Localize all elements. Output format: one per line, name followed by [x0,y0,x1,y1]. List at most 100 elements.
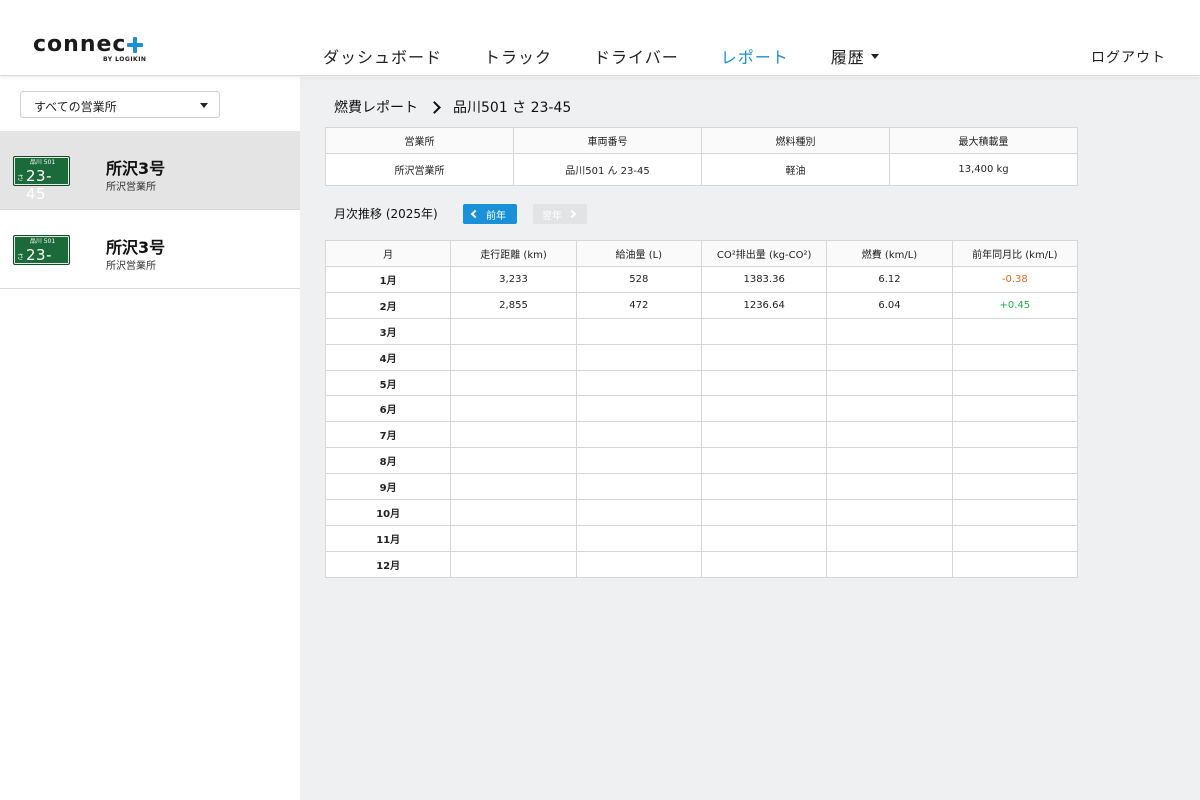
breadcrumb-parent[interactable]: 燃費レポート [334,97,418,117]
table-header-row: 営業所 車両番号 燃料種別 最大積載量 [325,127,1078,154]
logo-wordmark: connec [33,34,163,56]
table-cell [700,395,828,423]
vehicle-list-item[interactable]: 品川 501 さ 23-45 所沢3号 所沢営業所 [0,210,300,289]
nav-dashboard[interactable]: ダッシュボード [323,44,442,68]
app-header: connec BY LOGIKIN ダッシュボード トラック ドライバー レポー… [0,0,1200,76]
table-cell [700,473,828,501]
month-cell: 6月 [324,395,452,423]
connect-logo[interactable]: connec BY LOGIKIN [33,34,163,66]
office-select-value: すべての営業所 [34,100,117,114]
table-row: 所沢営業所 品川501 ん 23-45 軽油 13,400 kg [325,153,1078,186]
table-cell [951,550,1079,578]
table-cell [826,317,953,345]
nav-label: 履歴 [830,48,865,67]
table-cell [450,395,577,423]
month-cell: 12月 [324,550,452,578]
month-cell: 2月 [324,291,452,319]
table-cell [826,421,953,449]
logo-subtitle: BY LOGIKIN [103,56,147,63]
chevron-left-icon [470,209,480,219]
table-row: 6月 [324,395,1079,423]
table-cell: 1236.64 [700,291,828,319]
table-cell [575,524,702,552]
breadcrumb: 燃費レポート 品川501 さ 23-45 [334,97,571,117]
vehicle-office: 所沢営業所 [106,261,156,272]
caret-down-icon [870,53,879,59]
table-header-cell: 最大積載量 [889,127,1078,154]
table-cell [951,473,1079,501]
table-cell [575,550,702,578]
vehicle-sidebar: すべての営業所 品川 501 さ 23-45 所沢3号 所沢営業所 品川 501… [0,77,300,800]
table-cell [826,395,953,423]
vehicle-office: 所沢営業所 [106,182,156,193]
table-cell [450,473,577,501]
table-cell: 品川501 ん 23-45 [513,153,702,186]
main-nav: ダッシュボード トラック ドライバー レポート 履歴 [323,44,921,68]
table-cell [826,550,953,578]
plate-hiragana: さ [17,174,24,182]
table-cell: 1383.36 [700,266,828,293]
vehicle-list-item[interactable]: 品川 501 さ 23-45 所沢3号 所沢営業所 [0,131,300,210]
table-row: 12月 [324,550,1079,578]
license-plate: 品川 501 さ 23-45 [13,156,70,203]
table-cell [951,317,1079,345]
table-header-cell: CO²排出量 (kg-CO²) [700,240,828,267]
table-cell [450,421,577,449]
logout-link[interactable]: ログアウト [1091,47,1166,67]
table-row: 3月 [324,317,1079,345]
table-cell [951,447,1079,475]
breadcrumb-current: 品川501 さ 23-45 [453,100,572,116]
table-cell [826,343,953,371]
table-cell [700,343,828,371]
table-row: 4月 [324,343,1079,371]
vehicle-list: 品川 501 さ 23-45 所沢3号 所沢営業所 品川 501 さ 23-45… [0,131,300,289]
table-cell [826,369,953,397]
table-header-cell: 営業所 [325,127,514,154]
table-row: 7月 [324,421,1079,449]
table-header-cell: 車両番号 [513,127,702,154]
table-cell: 6.04 [826,291,953,319]
nav-label: レポート [720,48,789,67]
table-header-cell: 走行距離 (km) [450,240,577,267]
month-cell: 7月 [324,421,452,449]
table-row: 2月 2,855 472 1236.64 6.04 +0.45 [324,291,1079,319]
chevron-right-icon [428,100,441,114]
table-cell [450,550,577,578]
table-cell [450,447,577,475]
table-cell [575,395,702,423]
table-cell [450,369,577,397]
previous-year-button[interactable]: 前年 [463,204,517,224]
next-year-button[interactable]: 翌年 [533,204,587,224]
previous-year-label: 前年 [486,210,506,222]
table-cell [951,421,1079,449]
table-cell [575,343,702,371]
chevron-right-icon [567,209,577,219]
table-row: 5月 [324,369,1079,397]
plate-region: 品川 501 [29,238,56,245]
office-select[interactable]: すべての営業所 [20,91,220,118]
table-header-cell: 月 [324,240,452,267]
table-cell [575,447,702,475]
plate-region: 品川 501 [29,159,56,166]
table-header-row: 月 走行距離 (km) 給油量 (L) CO²排出量 (kg-CO²) 燃費 (… [324,240,1079,267]
table-cell [826,473,953,501]
nav-label: トラック [484,48,553,67]
nav-drivers[interactable]: ドライバー [594,44,679,68]
vehicle-name: 所沢3号 [106,159,166,178]
table-cell: 所沢営業所 [325,153,514,186]
table-cell [700,550,828,578]
nav-trucks[interactable]: トラック [484,44,552,68]
table-cell [575,421,702,449]
nav-history-dropdown[interactable]: 履歴 [831,44,879,68]
monthly-table-body: 1月 3,233 528 1383.36 6.12 -0.38 2月 2,855 472 1236… [324,266,1079,578]
license-plate: 品川 501 さ 23-45 [13,235,70,282]
nav-reports[interactable]: レポート [721,44,789,68]
table-row: 11月 [324,524,1079,552]
table-cell [450,343,577,371]
table-cell [951,343,1079,371]
table-row: 9月 [324,473,1079,501]
month-cell: 9月 [324,473,452,501]
table-cell [575,369,702,397]
table-cell [700,369,828,397]
plate-number: 23-45 [26,246,52,282]
